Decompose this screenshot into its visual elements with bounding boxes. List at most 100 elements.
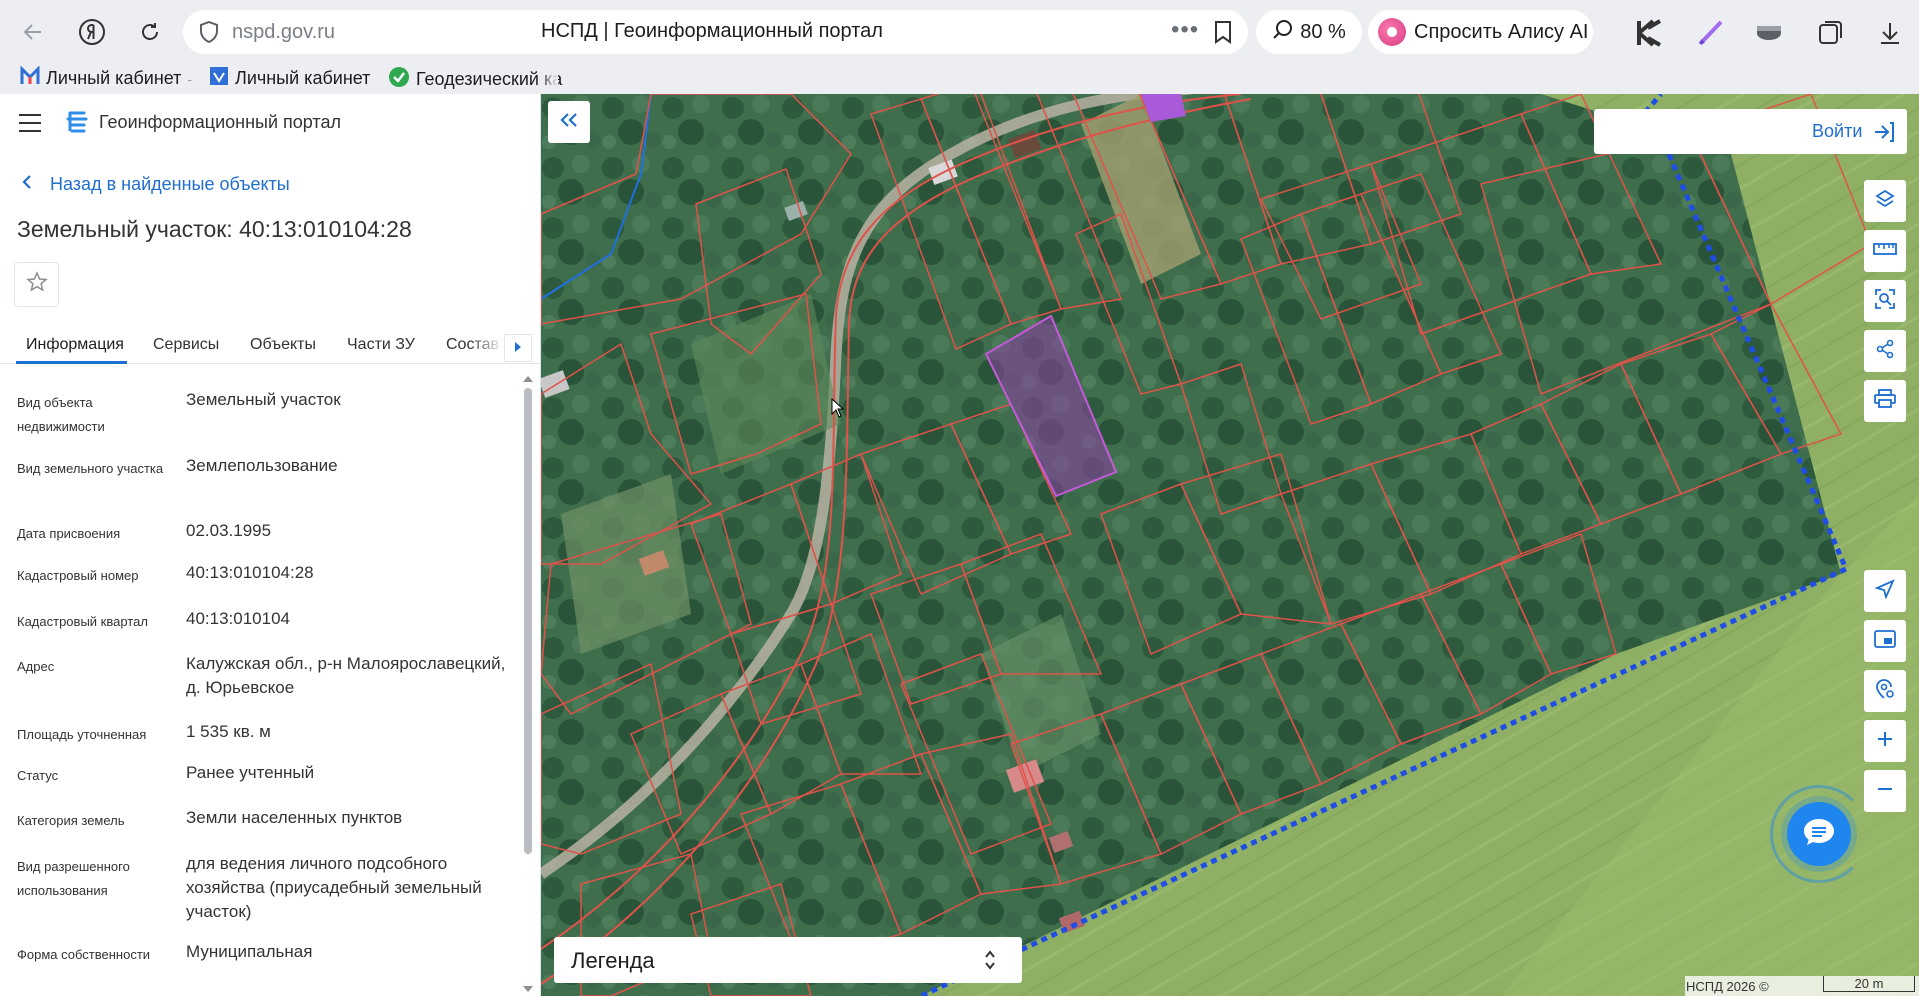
more-icon[interactable]: ••• [1171,16,1199,44]
panel-scrollbar[interactable] [520,370,536,996]
double-chevron-left-icon [560,112,578,133]
mouse-cursor-icon [831,397,845,423]
info-key: Кадастровый номер [17,568,139,583]
info-value: Калужская обл., р-н Малоярославецкий, д.… [186,654,506,697]
bookmark-item[interactable]: Геодезический ка [388,66,562,93]
info-value: 02.03.1995 [186,521,272,540]
scale-bar: 20 m [1823,976,1915,992]
scroll-up-arrow-icon[interactable] [523,376,533,382]
pen-extension-icon[interactable] [1696,18,1726,48]
legend-label: Легенда [571,948,655,973]
info-value: 40:13:010104:28 [186,563,314,582]
info-key: Вид разрешенного использования [17,859,130,898]
info-key: Вид объекта недвижимости [17,395,105,434]
reload-icon[interactable] [134,16,166,48]
download-icon[interactable] [1875,18,1905,48]
extension-k-icon[interactable] [1634,18,1664,48]
favorite-button[interactable] [14,262,59,307]
share-button[interactable] [1864,330,1906,372]
info-value: Ранее учтенный [186,763,315,782]
collections-icon[interactable] [1815,18,1845,48]
back-arrow-icon[interactable] [17,16,49,48]
legend-panel[interactable]: Легенда [554,937,1022,983]
alice-button[interactable]: Спросить Алису AI [1368,10,1593,54]
layers-button[interactable] [1864,180,1906,222]
ruler-button[interactable] [1864,230,1906,272]
address-host: nspd.gov.ru [232,21,336,43]
bookmark-separator: - [187,70,193,87]
share-icon [1875,339,1895,364]
tab-parts[interactable]: Части ЗУ [347,336,415,354]
locate-button[interactable] [1864,570,1906,612]
chat-button[interactable] [1787,802,1851,866]
bookmark-item[interactable]: Личный кабинет [209,66,370,91]
chat-bubble-icon [1802,817,1836,852]
map-view[interactable]: Войти Легенда НСПД 2026 © 20 m [541,94,1919,996]
navigation-arrow-icon [1874,578,1895,604]
portal-title: Геоинформационный портал [99,112,341,132]
info-value: для ведения личного подсобного хозяйства… [186,854,482,921]
scroll-down-arrow-icon[interactable] [523,986,533,992]
copyright-text: НСПД 2026 © [1686,979,1769,994]
tab-objects[interactable]: Объекты [250,336,316,354]
zoom-out-button[interactable] [1864,770,1906,812]
login-label: Войти [1812,121,1863,141]
print-button[interactable] [1864,380,1906,422]
tabs: Информация Сервисы Объекты Части ЗУ Сост… [0,326,540,364]
yandex-icon[interactable] [76,16,108,48]
location-pin-icon [1874,678,1896,705]
info-value: Землепользование [186,456,338,475]
chevron-up-down-icon [984,949,996,976]
zoom-level: 80 % [1300,20,1346,43]
minus-icon [1876,780,1894,803]
tab-services[interactable]: Сервисы [153,336,219,354]
bookmark-label: Личный кабинет [235,68,371,88]
info-key: Категория земель [17,813,125,828]
browser-toolbar: nspd.gov.ru НСПД | Геоинформационный пор… [0,0,1919,62]
active-tab-indicator [16,361,127,364]
bookmark-icon[interactable] [1213,20,1233,49]
shield-icon [199,20,219,48]
caret-right-icon [514,339,522,357]
tabs-scroll-right-button[interactable] [504,334,532,362]
star-icon [25,271,48,298]
menu-icon[interactable] [19,114,41,132]
printer-icon [1874,388,1896,414]
zoom-indicator[interactable]: 80 % [1256,10,1362,54]
info-value: 1 535 кв. м [186,722,271,741]
bookmark-item[interactable]: Личный кабинет - [20,65,193,91]
info-key: Форма собственности [17,947,151,962]
minimap-icon [1874,629,1896,653]
back-to-results-link[interactable]: Назад в найденные объекты [22,174,290,195]
zoom-icon [1272,18,1294,46]
mask-extension-icon[interactable] [1754,18,1784,48]
alice-label: Спросить Алису AI [1414,20,1589,43]
info-value: 40:13:010104 [186,609,290,628]
login-button[interactable]: Войти [1594,109,1907,154]
area-select-button[interactable] [1864,280,1906,322]
bookmark-label: Личный кабинет [46,68,182,88]
minimap-button[interactable] [1864,620,1906,662]
chevron-left-icon [22,174,32,195]
gosuslugi-icon [20,65,40,91]
info-value: Земельный участок [186,390,341,409]
tab-information[interactable]: Информация [26,336,124,354]
portal-logo-icon [66,110,90,141]
page-title: НСПД | Геоинформационный портал [541,20,883,42]
object-info-panel: Геоинформационный портал Назад в найденн… [0,94,541,996]
location-search-button[interactable] [1864,670,1906,712]
satellite-map[interactable] [541,94,1919,996]
bookmarks-bar: Личный кабинет - Личный кабинет Геодезич… [0,62,1919,94]
map-attribution: НСПД 2026 © 20 m [1685,976,1919,996]
info-key: Площадь уточненная [17,727,147,742]
address-bar[interactable]: nspd.gov.ru НСПД | Геоинформационный пор… [183,10,1248,54]
tax-service-icon [209,66,229,91]
plus-icon [1876,730,1894,753]
info-key: Адрес [17,659,55,674]
zoom-in-button[interactable] [1864,720,1906,762]
info-key: Вид земельного участка [17,461,164,476]
ruler-icon [1873,242,1897,261]
selection-icon [1874,288,1896,315]
collapse-panel-button[interactable] [548,101,590,143]
scrollbar-thumb[interactable] [524,388,532,854]
